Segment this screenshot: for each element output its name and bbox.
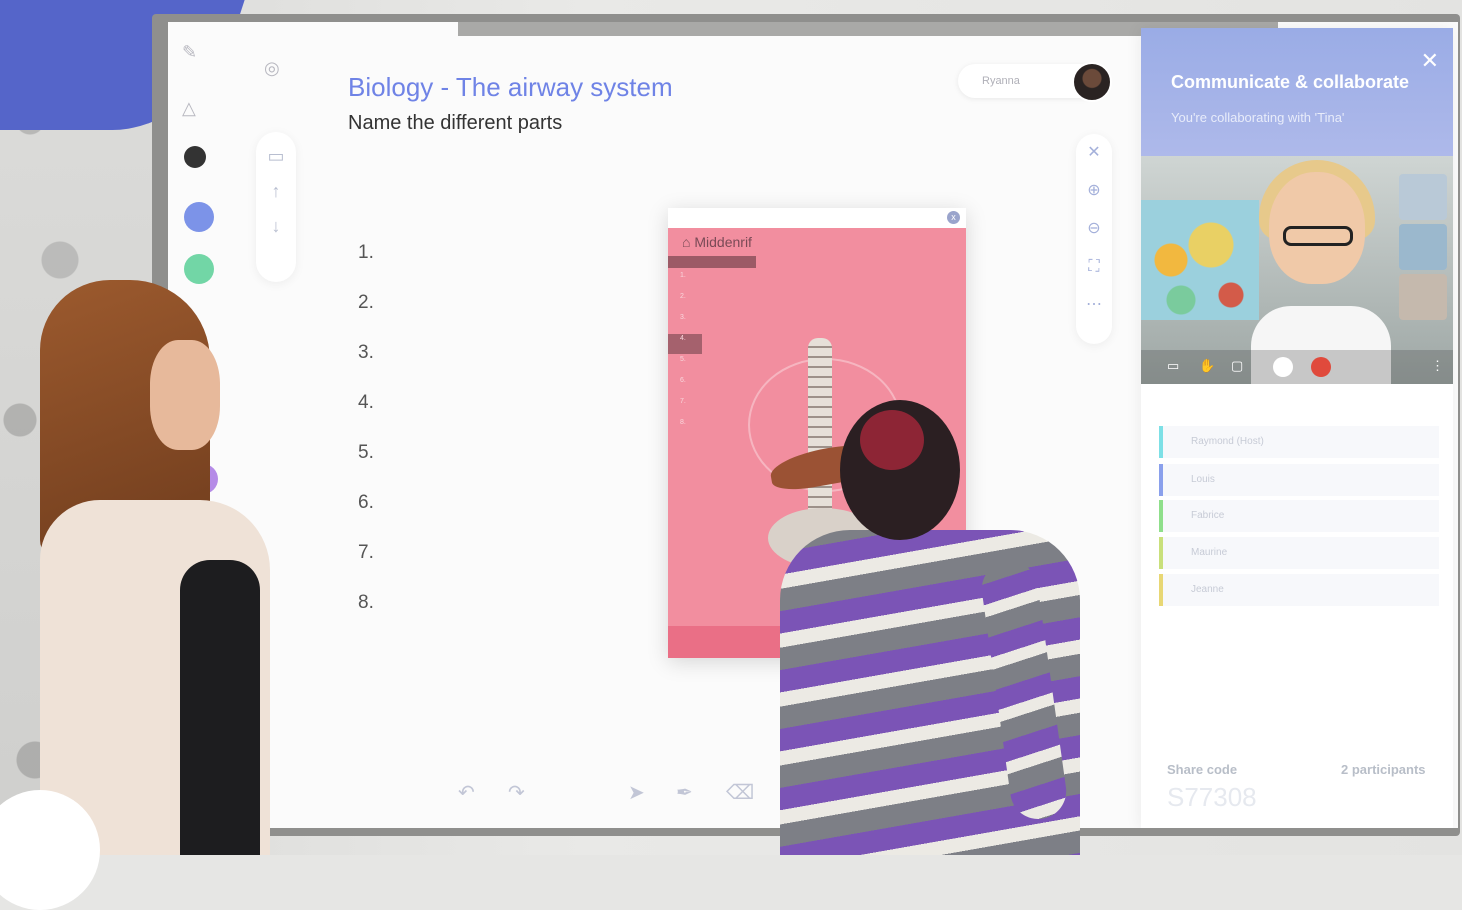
share-code-value[interactable]: S77308	[1167, 782, 1257, 813]
page-subtitle: Name the different parts	[348, 112, 563, 134]
participant-name: Jeanne	[1191, 584, 1224, 595]
more-icon[interactable]: ⋯	[1076, 286, 1112, 324]
teacher-face	[150, 340, 220, 450]
video-controls: ▭ ✋ ▢ ⋮	[1141, 350, 1453, 384]
camera-icon[interactable]	[1311, 357, 1331, 377]
participant-color	[1159, 537, 1163, 569]
student-hair-bun	[860, 410, 924, 470]
participant-color	[1159, 426, 1163, 458]
student-figure	[770, 400, 1090, 855]
participant-row[interactable]: Jeanne	[1159, 574, 1439, 606]
close-icon[interactable]: ✕	[1421, 48, 1439, 74]
list-item[interactable]: 5.	[680, 356, 686, 377]
list-item: 8.	[358, 592, 374, 613]
pen-icon[interactable]: ✒	[676, 780, 693, 805]
list-item[interactable]: 3.	[680, 314, 686, 335]
share-code-label: Share code	[1167, 762, 1238, 777]
panel-close-icon[interactable]: x	[947, 211, 960, 224]
answer-list: 1. 2. 3. 4. 5. 6. 7. 8.	[358, 242, 374, 642]
participant-color	[1159, 500, 1163, 532]
participant-row[interactable]: Maurine	[1159, 537, 1439, 569]
redo-icon[interactable]: ↷	[508, 780, 525, 805]
list-item[interactable]: 4.	[680, 335, 686, 356]
close-icon[interactable]: ✕	[1076, 134, 1112, 172]
list-item[interactable]: 1.	[680, 272, 686, 293]
list-item[interactable]: 2.	[680, 293, 686, 314]
list-item: 6.	[358, 492, 374, 513]
microphone-icon[interactable]	[1273, 357, 1293, 377]
list-item: 3.	[358, 342, 374, 363]
panel-list: 1. 2. 3. 4. 5. 6. 7. 8.	[680, 272, 686, 440]
panel-tag	[668, 256, 756, 268]
collaboration-sidebar: Communicate & collaborate You're collabo…	[1141, 28, 1453, 828]
list-item: 4.	[358, 392, 374, 413]
view-tools-rail: ✕ ⊕ ⊖ ⛶ ⋯	[1076, 134, 1112, 344]
hand-icon[interactable]: ✋	[1199, 358, 1215, 374]
chat-icon[interactable]: ▢	[1231, 358, 1243, 374]
participant-row[interactable]: Raymond (Host)	[1159, 426, 1439, 458]
list-item: 7.	[358, 542, 374, 563]
participant-row[interactable]: Louis	[1159, 464, 1439, 496]
participant-row[interactable]: Fabrice	[1159, 500, 1439, 532]
list-item: 2.	[358, 292, 374, 313]
participant-name: Raymond (Host)	[1191, 436, 1264, 447]
panel-header	[668, 208, 966, 228]
page-title: Biology - The airway system	[348, 72, 673, 102]
list-item[interactable]: 6.	[680, 377, 686, 398]
participant-name: Fabrice	[1191, 510, 1225, 521]
zoom-out-icon[interactable]: ⊖	[1076, 210, 1112, 248]
screen-share-icon[interactable]: ▭	[1167, 358, 1179, 374]
teacher-figure	[0, 0, 300, 855]
avatar[interactable]	[1072, 62, 1112, 102]
list-item[interactable]: 8.	[680, 419, 686, 440]
list-item: 5.	[358, 442, 374, 463]
collab-subtitle: You're collaborating with 'Tina'	[1171, 110, 1345, 125]
participant-name: Maurine	[1191, 547, 1228, 558]
participant-color	[1159, 464, 1163, 496]
world-map-background	[1141, 200, 1259, 320]
zoom-in-icon[interactable]: ⊕	[1076, 172, 1112, 210]
participant-thumbnail[interactable]	[1399, 224, 1447, 270]
panel-title: ⌂ Middenrif	[682, 234, 752, 250]
more-icon[interactable]: ⋮	[1431, 358, 1444, 374]
user-name: Ryanna	[982, 75, 1020, 87]
collab-title: Communicate & collaborate	[1171, 72, 1410, 92]
fit-screen-icon[interactable]: ⛶	[1076, 248, 1112, 286]
pointer-icon[interactable]: ➤	[628, 780, 645, 805]
teacher-top	[180, 560, 260, 855]
eraser-icon[interactable]: ⌫	[726, 780, 754, 805]
participant-name: Louis	[1191, 474, 1215, 485]
participant-thumbnail[interactable]	[1399, 174, 1447, 220]
list-item: 1.	[358, 242, 374, 263]
list-item[interactable]: 7.	[680, 398, 686, 419]
panel-title-text: Middenrif	[694, 234, 752, 250]
participant-color	[1159, 574, 1163, 606]
participant-thumbnail[interactable]	[1399, 274, 1447, 320]
undo-icon[interactable]: ↶	[458, 780, 475, 805]
participant-count: 2 participants	[1341, 762, 1426, 777]
caller-glasses	[1283, 226, 1353, 246]
video-call: ▭ ✋ ▢ ⋮	[1141, 156, 1453, 384]
